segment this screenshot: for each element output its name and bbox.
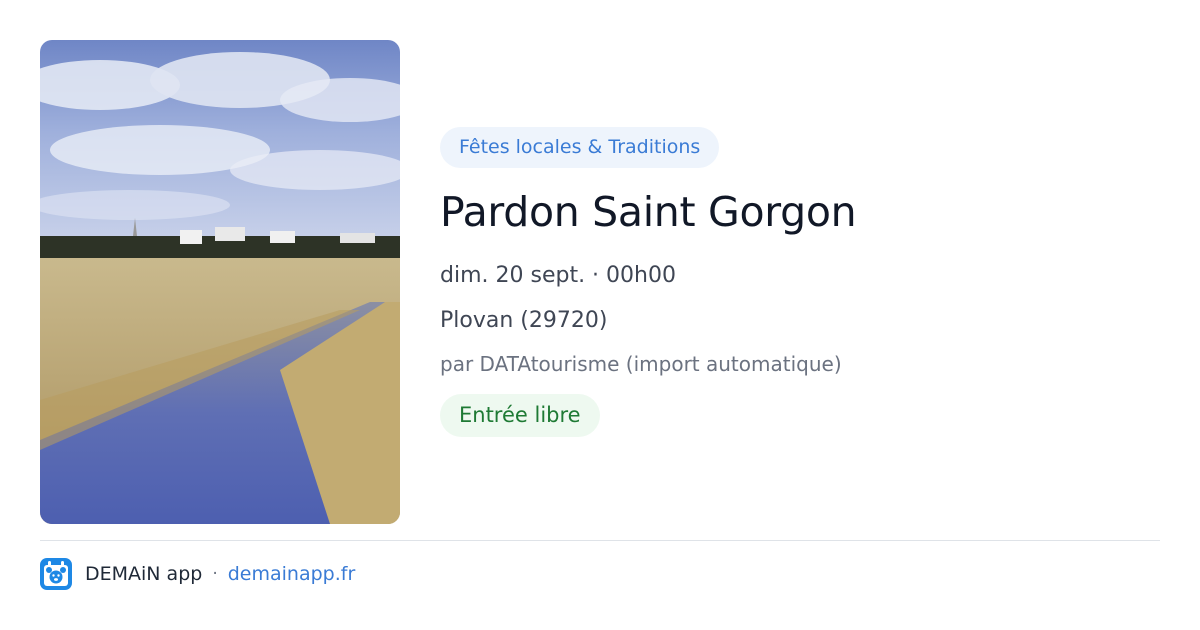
footer: DEMAiN app · demainapp.fr bbox=[40, 558, 355, 590]
footer-divider bbox=[40, 540, 1160, 541]
event-datetime: dim. 20 sept. · 00h00 bbox=[440, 263, 676, 288]
price-badge: Entrée libre bbox=[440, 394, 600, 437]
calendar-bear-logo-icon[interactable] bbox=[40, 558, 72, 590]
event-info: Fêtes locales & Traditions Pardon Saint … bbox=[440, 127, 1160, 437]
app-website-link[interactable]: demainapp.fr bbox=[228, 563, 356, 585]
app-name: DEMAiN app bbox=[85, 563, 203, 585]
event-title: Pardon Saint Gorgon bbox=[440, 188, 857, 236]
category-badge[interactable]: Fêtes locales & Traditions bbox=[440, 127, 720, 168]
event-location: Plovan (29720) bbox=[440, 308, 608, 333]
footer-separator: · bbox=[212, 564, 218, 584]
landscape-photo bbox=[40, 40, 400, 524]
event-organizer: par DATAtourisme (import automatique) bbox=[440, 352, 842, 376]
event-photo[interactable] bbox=[40, 40, 400, 524]
